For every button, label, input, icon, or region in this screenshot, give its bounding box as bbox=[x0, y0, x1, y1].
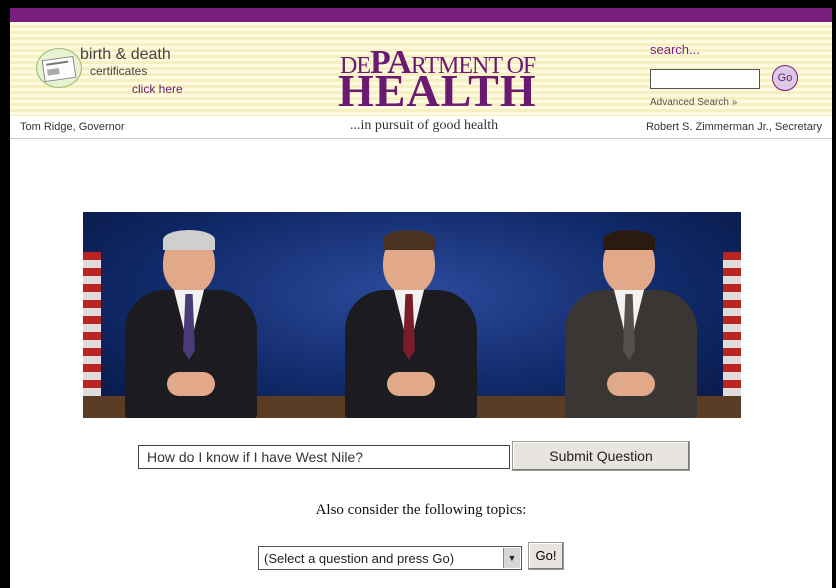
certificate-icon[interactable] bbox=[36, 48, 82, 88]
certificates-title[interactable]: birth & death bbox=[80, 46, 171, 64]
search-go-button[interactable]: Go bbox=[772, 65, 798, 91]
page-frame: birth & death certificates click here DE… bbox=[10, 8, 832, 588]
topic-select-value: (Select a question and press Go) bbox=[264, 551, 455, 566]
question-input[interactable] bbox=[138, 445, 510, 469]
governor-name: Tom Ridge, Governor bbox=[20, 121, 125, 133]
search-input[interactable] bbox=[650, 69, 760, 89]
person-center bbox=[331, 230, 491, 418]
certificate-card-graphic bbox=[41, 55, 77, 83]
info-bar: Tom Ridge, Governor ...in pursuit of goo… bbox=[10, 116, 832, 139]
person-left bbox=[111, 230, 271, 418]
tagline: ...in pursuit of good health bbox=[350, 118, 499, 133]
topic-go-button[interactable]: Go! bbox=[528, 542, 564, 570]
person-center-hair bbox=[383, 230, 435, 250]
person-right-hands bbox=[607, 372, 655, 396]
advanced-search-link[interactable]: Advanced Search » bbox=[650, 97, 737, 108]
department-logo-health[interactable]: HEALTH bbox=[338, 66, 537, 116]
person-left-hands bbox=[167, 372, 215, 396]
secretary-name: Robert S. Zimmerman Jr., Secretary bbox=[645, 121, 822, 133]
person-left-hair bbox=[163, 230, 215, 250]
header-banner: birth & death certificates click here DE… bbox=[10, 22, 832, 116]
video-panel bbox=[83, 212, 741, 418]
person-right bbox=[551, 230, 711, 418]
flag-right bbox=[723, 252, 741, 402]
also-consider-text: Also consider the following topics: bbox=[315, 502, 527, 518]
person-right-hair bbox=[603, 230, 655, 250]
submit-question-button[interactable]: Submit Question bbox=[512, 441, 690, 471]
search-label: search... bbox=[650, 42, 700, 57]
chevron-down-icon[interactable]: ▼ bbox=[503, 548, 520, 568]
topic-select[interactable]: (Select a question and press Go) ▼ bbox=[258, 546, 522, 570]
certificates-subtitle[interactable]: certificates bbox=[90, 64, 147, 78]
person-center-hands bbox=[387, 372, 435, 396]
certificates-click-here-link[interactable]: click here bbox=[132, 82, 183, 96]
top-purple-bar bbox=[10, 8, 832, 22]
flag-left bbox=[83, 252, 101, 402]
